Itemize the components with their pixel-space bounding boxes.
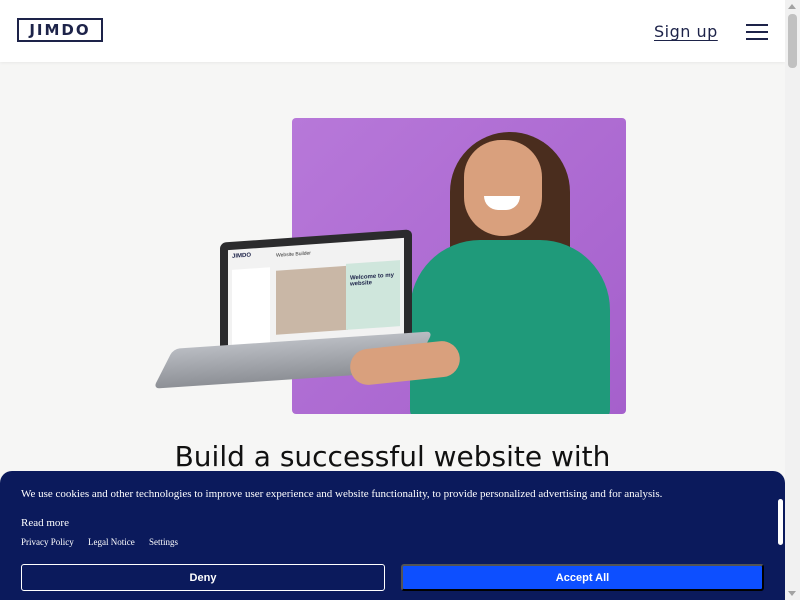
legal-notice-link[interactable]: Legal Notice <box>88 537 135 547</box>
hero-headline: Build a successful website with <box>174 440 611 473</box>
hamburger-menu-icon[interactable] <box>746 24 768 40</box>
scroll-up-arrow-icon[interactable] <box>788 4 796 9</box>
laptop-card <box>346 260 400 330</box>
cookie-banner: We use cookies and other technologies to… <box>0 471 785 600</box>
laptop-photo <box>276 265 348 335</box>
site-header: JIMDO Sign up <box>0 0 785 62</box>
scrollbar-thumb[interactable] <box>788 14 797 68</box>
read-more-link[interactable]: Read more <box>21 517 69 529</box>
cookie-message: We use cookies and other technologies to… <box>21 488 663 500</box>
privacy-policy-link[interactable]: Privacy Policy <box>21 537 74 547</box>
signup-link[interactable]: Sign up <box>654 22 718 41</box>
person-sweater <box>410 240 610 414</box>
laptop-logo: JIMDO <box>232 252 252 260</box>
cookie-links: Privacy Policy Legal Notice Settings <box>21 537 190 547</box>
person-face <box>464 140 542 236</box>
settings-link[interactable]: Settings <box>149 537 178 547</box>
accept-all-button[interactable]: Accept All <box>401 564 764 591</box>
deny-button[interactable]: Deny <box>21 564 385 591</box>
scroll-down-arrow-icon[interactable] <box>788 591 796 596</box>
laptop-title: Website Builder <box>276 250 311 259</box>
jimdo-logo[interactable]: JIMDO <box>17 18 103 42</box>
cookie-scrollbar[interactable] <box>778 499 783 545</box>
page-scrollbar[interactable] <box>785 0 800 600</box>
